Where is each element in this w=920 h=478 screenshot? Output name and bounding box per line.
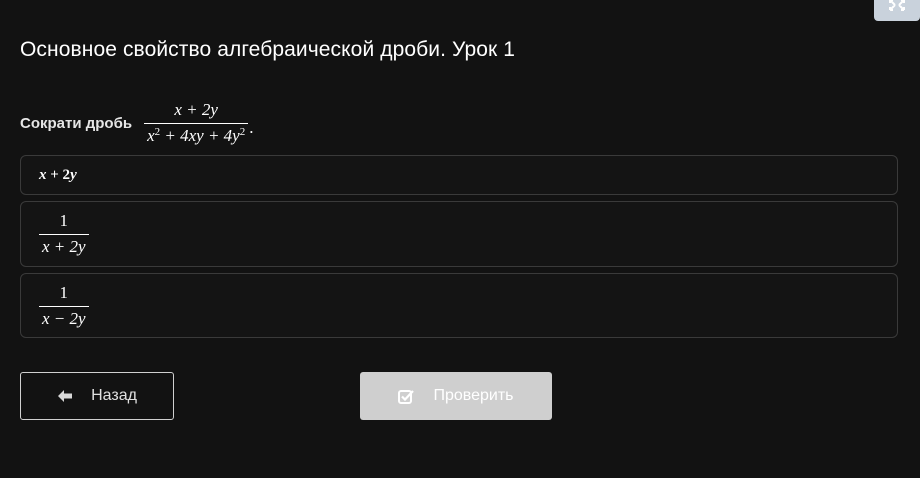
question-period: . xyxy=(249,118,254,137)
arrow-left-icon xyxy=(57,389,73,403)
option-numerator: 1 xyxy=(59,211,69,230)
option-numerator: 1 xyxy=(59,282,69,302)
expand-button[interactable] xyxy=(874,0,920,21)
fraction-numerator: x + 2y xyxy=(174,100,218,119)
checkbox-icon xyxy=(398,389,415,404)
option-fraction: 1 x − 2y xyxy=(39,283,89,329)
question-prompt: Сократи дробь xyxy=(20,114,133,132)
answer-option-1[interactable]: x + 2y xyxy=(20,155,898,195)
back-button[interactable]: Назад xyxy=(20,372,174,420)
answer-option-3[interactable]: 1 x − 2y xyxy=(20,273,898,338)
option-fraction: 1 x + 2y xyxy=(39,211,89,257)
check-button[interactable]: Проверить xyxy=(360,372,552,420)
option-denominator: x − 2y xyxy=(42,308,86,328)
page-title: Основное свойство алгебраической дроби. … xyxy=(20,38,516,61)
option-expression: x + 2y xyxy=(39,166,77,183)
option-denominator: x + 2y xyxy=(42,237,86,256)
answer-option-2[interactable]: 1 x + 2y xyxy=(20,201,898,267)
expand-icon xyxy=(887,0,907,18)
fraction-bar xyxy=(39,305,89,307)
fraction-bar xyxy=(39,234,89,235)
question-fraction: x + 2y x2 + 4xy + 4y2 xyxy=(144,100,249,146)
back-button-label: Назад xyxy=(91,387,137,404)
question: Сократи дробь x + 2y x2 + 4xy + 4y2 . xyxy=(20,100,253,146)
check-button-label: Проверить xyxy=(433,387,514,404)
fraction-bar xyxy=(144,123,249,124)
fraction-denominator: x2 + 4xy + 4y2 xyxy=(147,126,246,145)
